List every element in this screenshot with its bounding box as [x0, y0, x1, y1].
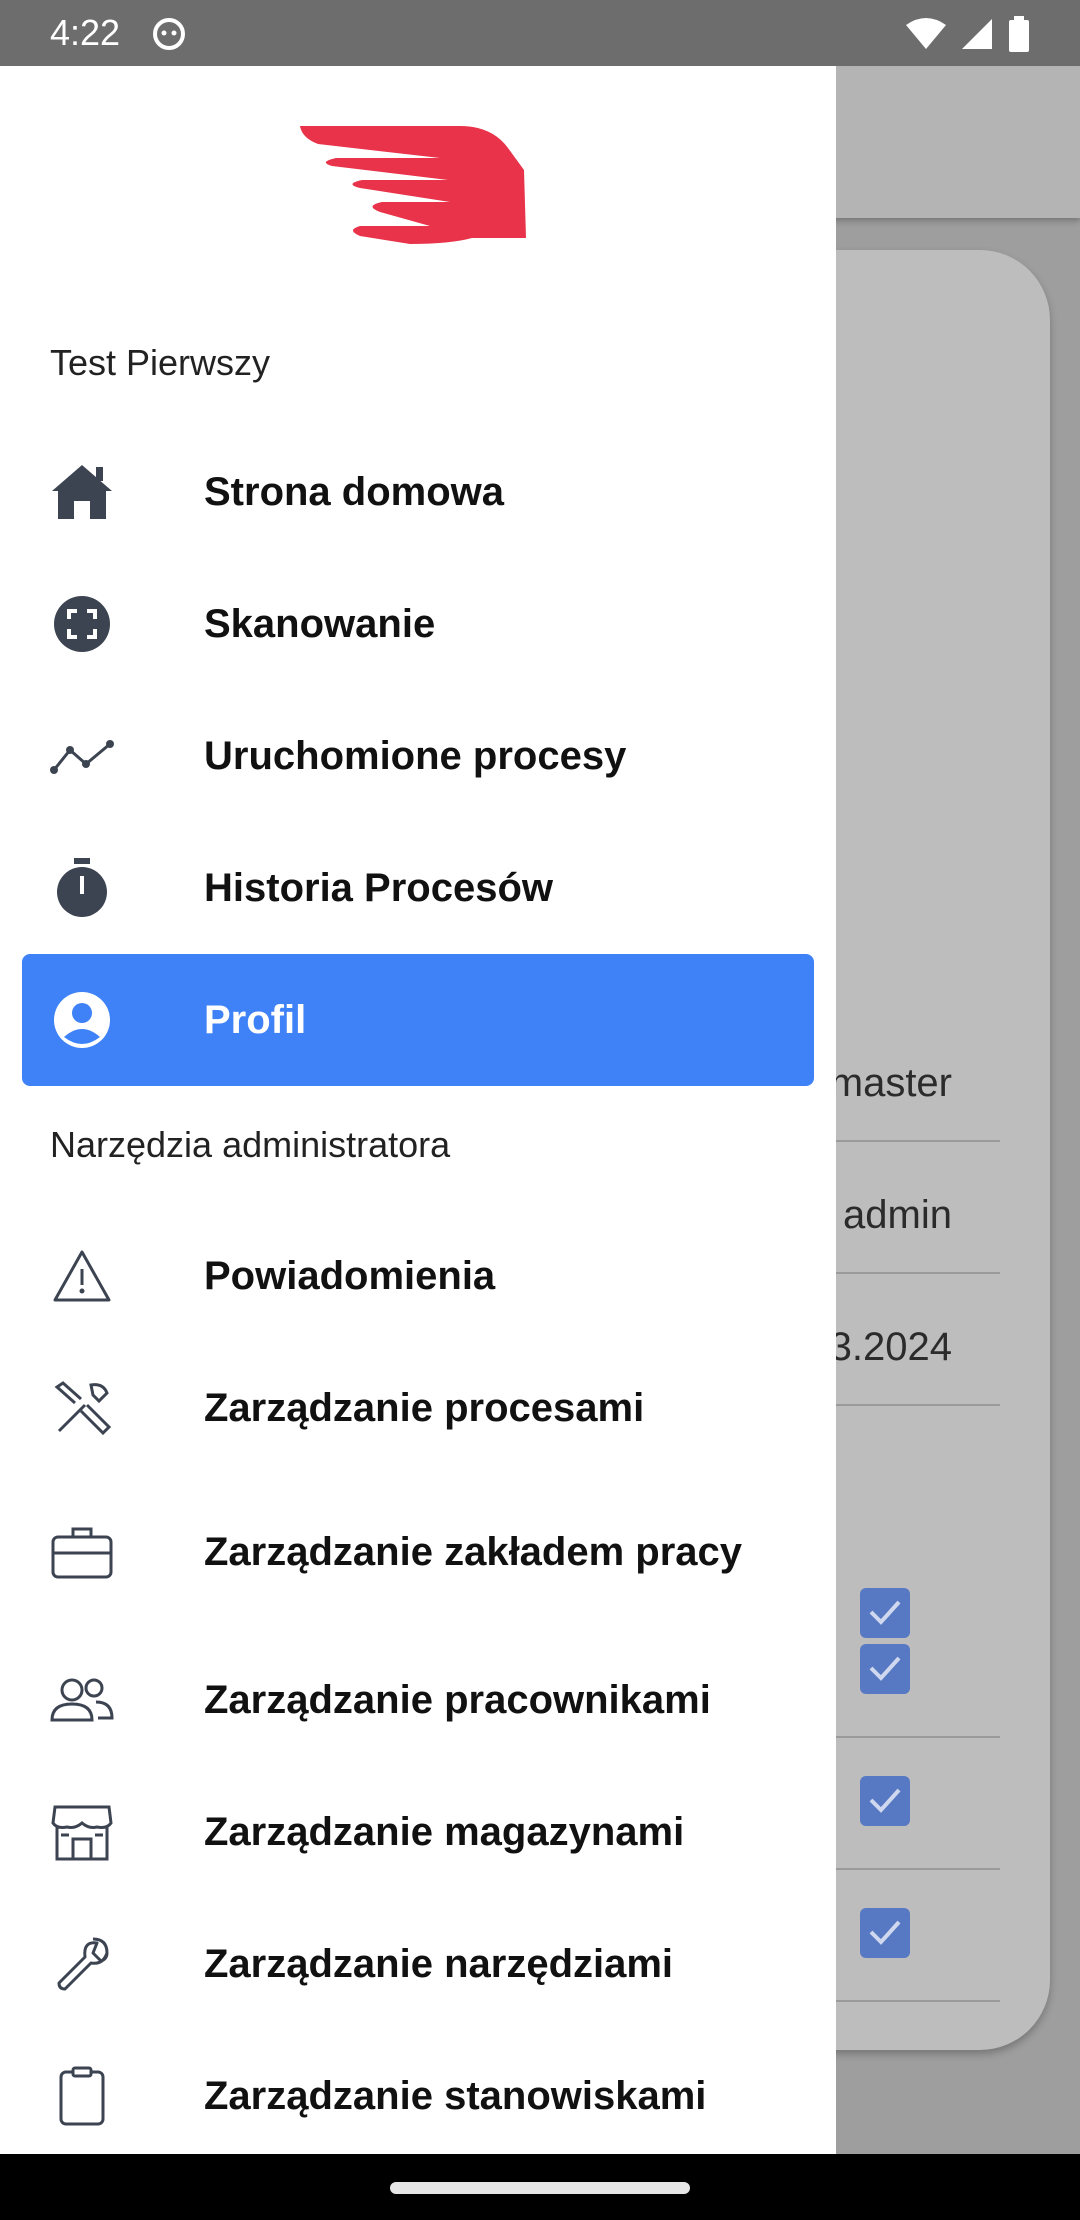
wifi-icon: [906, 18, 946, 49]
nav-item-label: Zarządzanie narzędziami: [204, 1942, 674, 1986]
wrench-icon: [50, 1932, 114, 1996]
status-bar: 4:22: [0, 0, 1080, 66]
nav-item-label: Strona domowa: [204, 470, 505, 514]
checkbox-checked: [860, 1644, 910, 1694]
scan-icon: [50, 592, 114, 656]
nav-item-tool-management[interactable]: Zarządzanie narzędziami: [22, 1898, 814, 2030]
user-name: Test Pierwszy: [50, 342, 271, 383]
nav-item-label: Historia Procesów: [204, 866, 554, 910]
nav-item-label: Zarządzanie procesami: [204, 1386, 645, 1430]
navigation-drawer: Test Pierwszy Strona domowa Skanowanie U…: [0, 66, 836, 2154]
nav-item-label: Powiadomienia: [204, 1254, 496, 1298]
nav-item-workstation-management[interactable]: Zarządzanie stanowiskami: [22, 2030, 814, 2154]
home-gesture-handle[interactable]: [390, 2182, 690, 2194]
nav-item-label: Uruchomione procesy: [204, 734, 627, 778]
nav-item-label: Zarządzanie pracownikami: [204, 1678, 711, 1722]
nav-item-home[interactable]: Strona domowa: [22, 426, 814, 558]
store-icon: [50, 1800, 114, 1864]
signal-icon: [962, 19, 992, 49]
nav-item-scan[interactable]: Skanowanie: [22, 558, 814, 690]
nav-item-process-management[interactable]: Zarządzanie procesami: [22, 1342, 814, 1474]
nav-item-label: Zarządzanie stanowiskami: [204, 2074, 707, 2118]
battery-icon: [1009, 16, 1029, 52]
user-circle-icon: [50, 988, 114, 1052]
checkbox-checked: [860, 1908, 910, 1958]
app-logo: [300, 126, 526, 244]
nav-item-employee-management[interactable]: Zarządzanie pracownikami: [22, 1634, 814, 1766]
users-icon: [50, 1668, 114, 1732]
stopwatch-icon: [50, 856, 114, 920]
clipboard-icon: [50, 2064, 114, 2128]
briefcase-icon: [50, 1520, 114, 1584]
admin-section-label: Narzędzia administratora: [50, 1124, 451, 1165]
nav-item-label: Zarządzanie magazynami: [204, 1810, 685, 1854]
nav-item-profile[interactable]: Profil: [22, 954, 814, 1086]
status-time: 4:22: [50, 12, 121, 53]
system-navigation-bar: [0, 2154, 1080, 2220]
nav-item-warehouse-management[interactable]: Zarządzanie magazynami: [22, 1766, 814, 1898]
nav-item-running-processes[interactable]: Uruchomione procesy: [22, 690, 814, 822]
warning-icon: [50, 1244, 114, 1308]
nav-item-workplace-management[interactable]: Zarządzanie zakładem pracy: [22, 1474, 814, 1630]
checkbox-checked: [860, 1588, 910, 1638]
nav-item-label: Zarządzanie zakładem pracy: [204, 1530, 743, 1574]
chart-line-icon: [50, 724, 114, 788]
home-icon: [50, 460, 114, 524]
nav-item-label: Skanowanie: [204, 602, 436, 646]
nav-item-notifications[interactable]: Powiadomienia: [22, 1210, 814, 1342]
nav-item-label: Profil: [204, 998, 307, 1042]
checkbox-checked: [860, 1776, 910, 1826]
cat-icon: [153, 18, 185, 50]
nav-item-process-history[interactable]: Historia Procesów: [22, 822, 814, 954]
tools-icon: [50, 1376, 114, 1440]
